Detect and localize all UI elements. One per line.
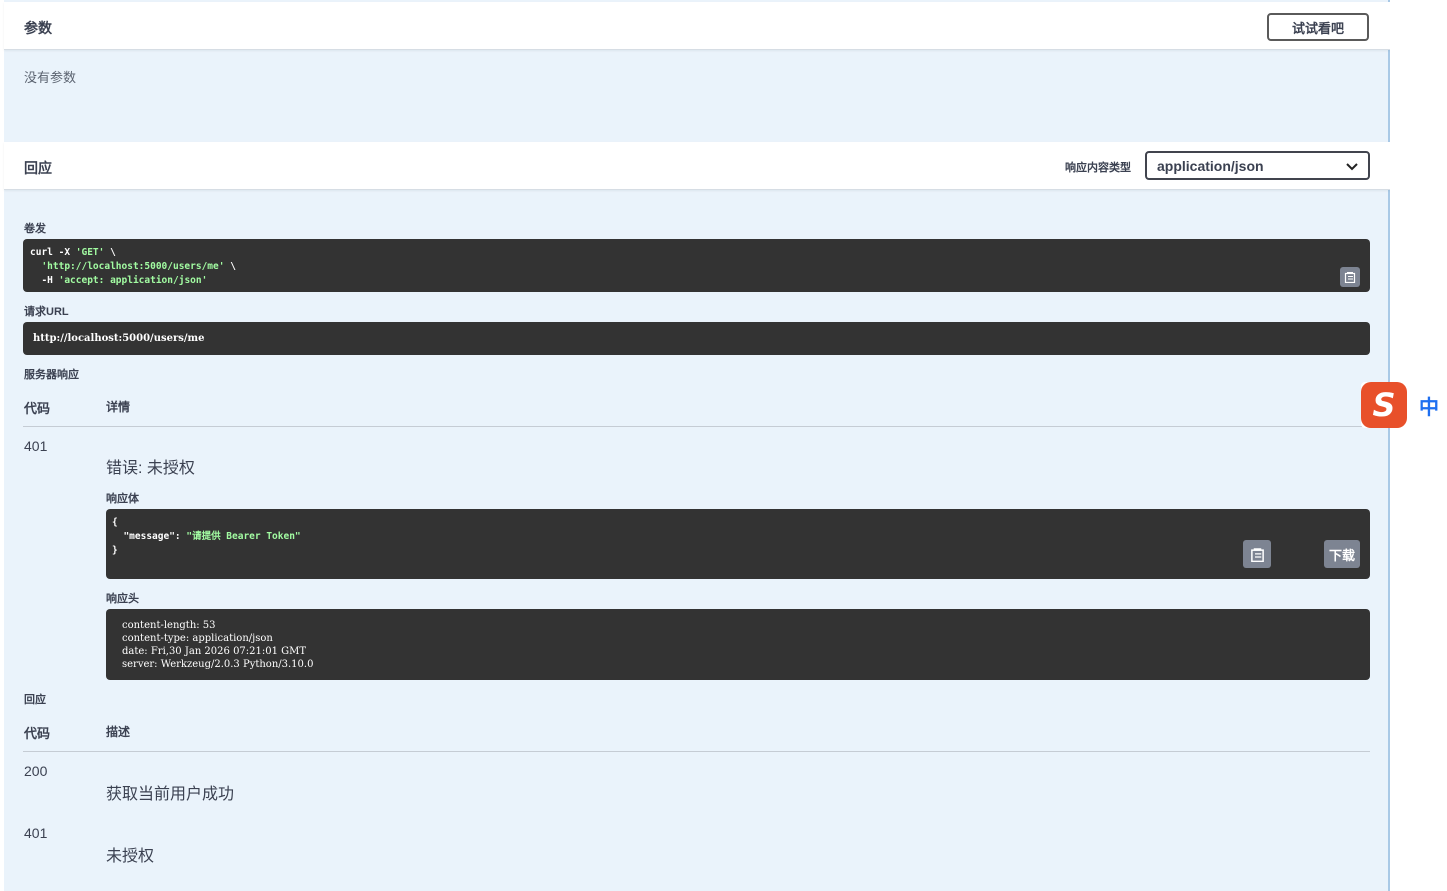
download-button[interactable]: 下载 xyxy=(1324,540,1360,568)
response-code: 200 xyxy=(24,763,48,779)
request-url-value: http://localhost:5000/users/me xyxy=(33,333,205,344)
copy-response-body-icon[interactable] xyxy=(1243,540,1271,568)
divider xyxy=(23,751,1370,752)
copy-curl-icon[interactable] xyxy=(1340,267,1360,287)
right-gutter xyxy=(1390,0,1447,891)
curl-label: 卷发 xyxy=(24,223,46,235)
request-url-block[interactable]: http://localhost:5000/users/me xyxy=(23,322,1370,355)
response-description: 获取当前用户成功 xyxy=(106,786,235,803)
error-text: 错误: 未授权 xyxy=(106,460,195,477)
response-body-label: 响应体 xyxy=(106,493,139,505)
response-header-line: server: Werkzeug/2.0.3 Python/3.10.0 xyxy=(122,659,314,670)
body-line-open: { xyxy=(112,517,118,528)
body-line-message: "message": "请提供 Bearer Token" xyxy=(112,531,301,542)
response-headers-block[interactable]: content-length: 53 content-type: applica… xyxy=(106,609,1370,680)
response-description: 未授权 xyxy=(106,848,155,865)
request-url-label: 请求URL xyxy=(24,306,69,318)
server-response-label: 服务器响应 xyxy=(24,369,79,381)
server-response-code: 401 xyxy=(24,438,48,454)
no-parameters-text: 没有参数 xyxy=(24,70,77,85)
parameters-title: 参数 xyxy=(24,20,52,36)
ime-language-toggle[interactable]: 中 xyxy=(1419,391,1439,420)
divider xyxy=(23,426,1370,427)
curl-line-2: 'http://localhost:5000/users/me' \ xyxy=(30,261,236,272)
chevron-down-icon xyxy=(1346,158,1358,174)
response-header-line: content-length: 53 xyxy=(122,620,216,631)
response-content-type-select[interactable]: application/json xyxy=(1145,151,1370,180)
ime-toolbar[interactable]: S 中 xyxy=(1361,382,1447,428)
content-type-value: application/json xyxy=(1157,157,1264,174)
parameters-header: 参数 试试看吧 xyxy=(4,2,1390,50)
response-header-line: content-type: application/json xyxy=(122,633,273,644)
curl-line-3: -H 'accept: application/json' xyxy=(30,275,208,286)
operation-panel: 参数 试试看吧 没有参数 回应 响应内容类型 application/json … xyxy=(4,0,1390,891)
responses-desc-header: 描述 xyxy=(106,725,131,739)
body-line-close: } xyxy=(112,545,118,556)
sogou-logo-icon[interactable]: S xyxy=(1361,382,1407,428)
responses-label: 回应 xyxy=(24,694,46,706)
response-body-block[interactable]: { "message": "请提供 Bearer Token" } 下载 xyxy=(106,509,1370,579)
responses-title: 回应 xyxy=(24,160,52,176)
content-type-label: 响应内容类型 xyxy=(1065,162,1131,174)
response-code: 401 xyxy=(24,825,48,841)
server-response-details-header: 详情 xyxy=(106,400,131,414)
response-headers-label: 响应头 xyxy=(106,593,139,605)
responses-code-header: 代码 xyxy=(24,726,51,741)
response-header-line: date: Fri,30 Jan 2026 07:21:01 GMT xyxy=(122,646,307,657)
try-it-out-button[interactable]: 试试看吧 xyxy=(1267,13,1369,41)
server-response-code-header: 代码 xyxy=(24,401,51,416)
curl-code-block[interactable]: curl -X 'GET' \ 'http://localhost:5000/u… xyxy=(23,239,1370,292)
curl-line-1: curl -X 'GET' \ xyxy=(30,247,116,258)
